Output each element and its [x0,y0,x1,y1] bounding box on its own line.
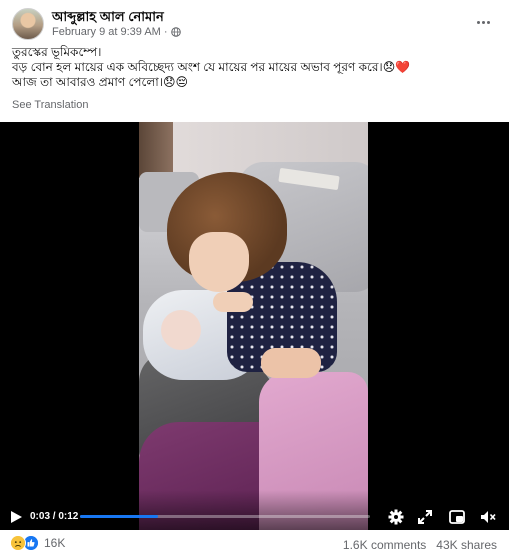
caption-line: তুরস্কের ভূমিকম্পে। [12,45,102,59]
video-player[interactable]: 0:03 / 0:12 [0,122,509,530]
video-progress-bar[interactable] [80,515,370,518]
post-stats: 1.6K comments 43K shares [343,538,497,552]
more-options-icon[interactable] [473,12,493,32]
reactions-summary[interactable]: 16K [10,535,65,551]
post-caption: তুরস্কের ভূমিকম্পে। বড় বোন হল মায়ের এক… [12,45,497,90]
picture-in-picture-icon[interactable] [448,508,466,526]
reaction-count: 16K [44,536,66,550]
see-translation-link[interactable]: See Translation [12,99,88,111]
video-progress-fill [80,515,159,518]
post-header: আব্দুল্লাহ আল নোমান February 9 at 9:39 A… [0,0,509,44]
video-frame [139,122,368,530]
post-footer: 16K 1.6K comments 43K shares [0,530,509,554]
globe-icon [170,27,181,37]
facebook-post: আব্দুল্লাহ আল নোমান February 9 at 9:39 A… [0,0,509,554]
post-timestamp[interactable]: February 9 at 9:39 AM [52,26,161,38]
fullscreen-icon[interactable] [416,508,434,526]
caption-line: বড় বোন হল মায়ের এক অবিচ্ছেদ্য অংশ যে ম… [12,60,411,74]
volume-icon[interactable] [479,508,497,526]
sad-reaction-icon [10,535,26,551]
shares-count[interactable]: 43K shares [436,538,497,552]
caption-line: আজ তা আবারও প্রমাণ পেলো।😞😔 [12,75,189,89]
video-time: 0:03 / 0:12 [30,511,79,522]
post-meta: February 9 at 9:39 AM · [52,26,181,38]
play-icon[interactable] [9,510,23,524]
settings-icon[interactable] [387,508,405,526]
author-avatar[interactable] [12,8,44,40]
comments-count[interactable]: 1.6K comments [343,538,426,552]
